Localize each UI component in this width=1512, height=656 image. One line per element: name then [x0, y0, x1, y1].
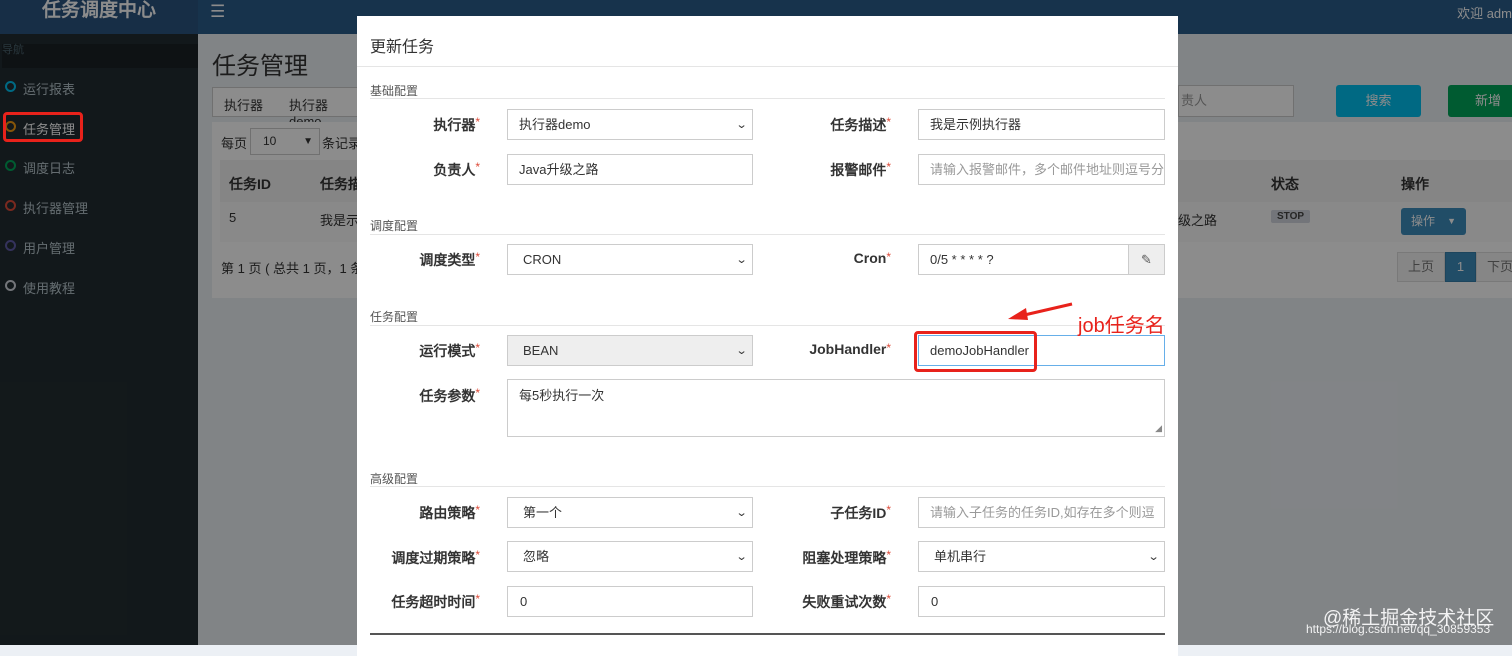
- section-divider: [370, 486, 1165, 487]
- required-mark: *: [886, 503, 891, 517]
- job-param-label: 任务参数*: [358, 386, 480, 406]
- child-job-label: 子任务ID*: [769, 503, 891, 523]
- label-text: Cron: [853, 250, 887, 266]
- author-label: 负责人*: [358, 160, 480, 180]
- select-value: CRON: [523, 252, 562, 267]
- modal-footer-divider: [370, 633, 1165, 635]
- label-text: 阻塞处理策略: [802, 550, 887, 566]
- label-text: 子任务ID: [830, 505, 887, 521]
- modal-divider: [357, 66, 1178, 67]
- executor-select[interactable]: 执行器demo ⌄: [507, 109, 753, 140]
- select-value: 忽略: [523, 549, 550, 564]
- annotation-label: job任务名: [1078, 315, 1165, 337]
- select-value: 单机串行: [934, 549, 987, 564]
- author-input[interactable]: Java升级之路: [507, 154, 753, 185]
- label-text: 调度过期策略: [391, 550, 476, 566]
- section-divider: [370, 234, 1165, 235]
- required-mark: *: [475, 592, 480, 606]
- block-strategy-label: 阻塞处理策略*: [769, 548, 891, 568]
- edit-icon[interactable]: ✎: [1128, 244, 1165, 275]
- job-param-textarea[interactable]: 每5秒执行一次 ◢: [507, 379, 1165, 437]
- required-mark: *: [475, 250, 480, 264]
- label-text: 失败重试次数: [802, 594, 887, 610]
- cron-input[interactable]: 0/5 * * * * ?: [918, 244, 1129, 275]
- alarm-email-input[interactable]: 请输入报警邮件，多个邮件地址则逗号分: [918, 154, 1165, 185]
- label-text: 运行模式: [419, 343, 476, 359]
- route-strategy-label: 路由策略*: [358, 503, 480, 523]
- fail-retry-label: 失败重试次数*: [769, 592, 891, 612]
- timeout-input[interactable]: 0: [507, 586, 753, 617]
- resize-handle-icon[interactable]: ◢: [1155, 423, 1162, 434]
- annotation-arrow-icon: [1008, 302, 1073, 320]
- watermark-url: https://blog.csdn.net/qq_30859353: [1306, 622, 1491, 636]
- required-mark: *: [475, 386, 480, 400]
- required-mark: *: [886, 548, 891, 562]
- section-divider: [370, 98, 1165, 99]
- select-value: 第一个: [523, 505, 563, 520]
- chevron-down-icon: ⌄: [735, 119, 748, 131]
- schedule-type-select[interactable]: CRON ⌄: [507, 244, 753, 275]
- fail-retry-input[interactable]: 0: [918, 586, 1165, 617]
- route-strategy-select[interactable]: 第一个 ⌄: [507, 497, 753, 528]
- label-text: 执行器: [433, 117, 476, 133]
- section-basic: 基础配置: [370, 84, 419, 98]
- section-advanced: 高级配置: [370, 472, 419, 486]
- chevron-down-icon: ⌄: [735, 551, 748, 563]
- label-text: 负责人: [433, 162, 476, 178]
- job-desc-label: 任务描述*: [769, 115, 891, 135]
- label-text: 调度类型: [419, 252, 476, 268]
- block-strategy-select[interactable]: 单机串行 ⌄: [918, 541, 1165, 572]
- annotation-highlight-box: [3, 112, 83, 142]
- required-mark: *: [475, 160, 480, 174]
- misfire-strategy-select[interactable]: 忽略 ⌄: [507, 541, 753, 572]
- label-text: 任务参数: [419, 388, 476, 404]
- section-divider: [370, 325, 1165, 326]
- required-mark: *: [475, 503, 480, 517]
- select-value: 执行器demo: [519, 117, 591, 132]
- textarea-value: 每5秒执行一次: [519, 388, 605, 403]
- schedule-type-label: 调度类型*: [358, 250, 480, 270]
- chevron-down-icon: ⌄: [735, 345, 748, 357]
- glue-type-select: BEAN ⌄: [507, 335, 753, 366]
- required-mark: *: [475, 341, 480, 355]
- select-value: BEAN: [523, 343, 559, 358]
- required-mark: *: [886, 592, 891, 606]
- required-mark: *: [886, 341, 891, 355]
- label-text: JobHandler: [809, 341, 887, 357]
- modal-title: 更新任务: [370, 39, 435, 56]
- job-desc-input[interactable]: 我是示例执行器: [918, 109, 1165, 140]
- label-text: 任务描述: [830, 117, 887, 133]
- label-text: 路由策略: [419, 505, 476, 521]
- required-mark: *: [886, 115, 891, 129]
- required-mark: *: [475, 548, 480, 562]
- job-handler-label: JobHandler*: [769, 341, 891, 357]
- annotation-highlight-box: [914, 331, 1037, 372]
- chevron-down-icon: ⌄: [735, 254, 748, 266]
- chevron-down-icon: ⌄: [1147, 551, 1160, 563]
- required-mark: *: [886, 250, 891, 264]
- required-mark: *: [886, 160, 891, 174]
- child-job-input[interactable]: 请输入子任务的任务ID,如存在多个则逗: [918, 497, 1165, 528]
- required-mark: *: [475, 115, 480, 129]
- glue-type-label: 运行模式*: [358, 341, 480, 361]
- label-text: 任务超时时间: [391, 594, 476, 610]
- misfire-strategy-label: 调度过期策略*: [358, 548, 480, 568]
- section-task: 任务配置: [370, 310, 419, 324]
- timeout-label: 任务超时时间*: [358, 592, 480, 612]
- label-text: 报警邮件: [830, 162, 887, 178]
- cron-label: Cron*: [769, 250, 891, 266]
- alarm-email-label: 报警邮件*: [769, 160, 891, 180]
- section-schedule: 调度配置: [370, 219, 419, 233]
- executor-label: 执行器*: [358, 115, 480, 135]
- chevron-down-icon: ⌄: [735, 507, 748, 519]
